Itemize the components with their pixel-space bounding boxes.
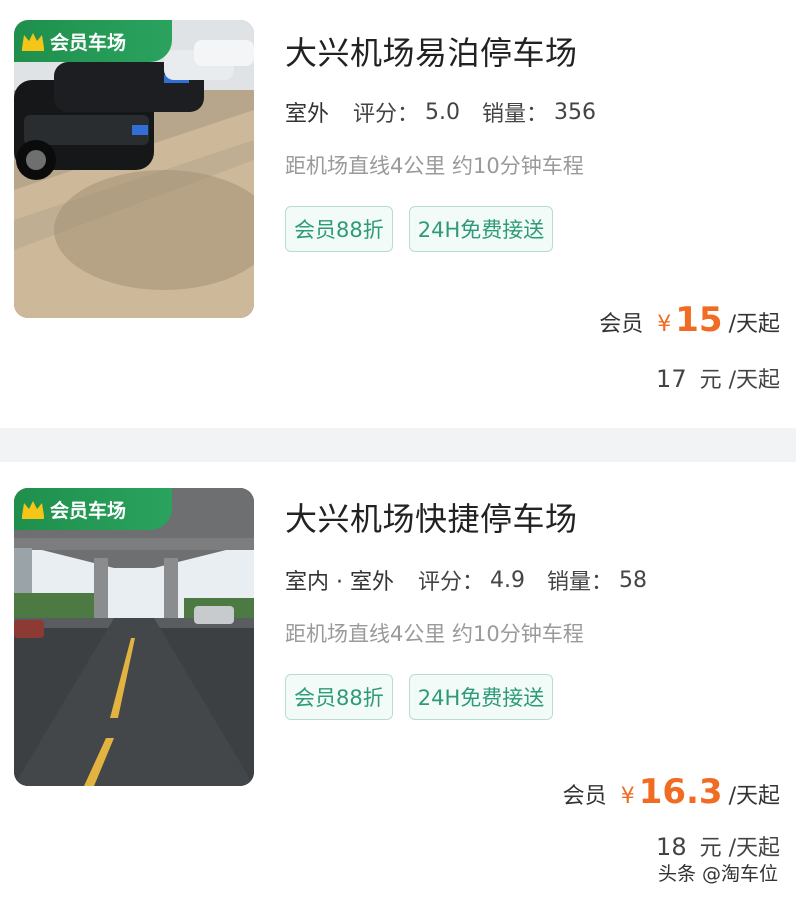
member-price: 会员 ¥ 15 /天起	[599, 300, 780, 340]
rating-label: 评分：	[353, 102, 420, 127]
original-price: 18 元 /天起	[656, 830, 780, 862]
distance-info: 距机场直线4公里 约10分钟车程	[285, 154, 584, 178]
tag-member-discount: 会员88折	[285, 206, 393, 252]
member-price-label: 会员	[599, 312, 644, 337]
parking-lot-name[interactable]: 大兴机场快捷停车场	[285, 494, 578, 540]
rating-label: 评分：	[417, 570, 484, 595]
member-lot-badge: 会员车场	[14, 20, 172, 62]
covered-parking-image	[14, 488, 254, 786]
member-price-unit: /天起	[728, 784, 780, 809]
member-lot-badge-label: 会员车场	[50, 31, 127, 54]
member-lot-badge: 会员车场	[14, 488, 172, 530]
original-price-unit: 元 /天起	[699, 836, 780, 861]
parking-listing-card[interactable]: 会员车场 大兴机场易泊停车场 室外 评分： 5.0 销量： 356 距机场直线4…	[0, 0, 796, 428]
member-lot-badge-label: 会员车场	[50, 499, 127, 522]
currency-symbol: ¥	[657, 312, 672, 337]
member-price-amount: 15	[675, 300, 723, 340]
original-price-amount: 18	[656, 833, 687, 861]
member-price: 会员 ¥ 16.3 /天起	[563, 772, 780, 812]
member-price-label: 会员	[562, 784, 607, 809]
environment-label: 室内 · 室外	[283, 564, 398, 602]
parking-lot-name[interactable]: 大兴机场易泊停车场	[285, 28, 578, 74]
crown-icon	[20, 30, 46, 52]
listing-meta: 室内 · 室外 评分： 4.9 销量： 58	[283, 564, 669, 602]
source-watermark: 头条 @淘车位	[657, 863, 778, 885]
original-price-unit: 元 /天起	[699, 368, 780, 393]
tag-member-discount: 会员88折	[285, 674, 393, 720]
rating-value: 4.9	[490, 567, 525, 593]
original-price-amount: 17	[656, 365, 687, 393]
sales-value: 58	[619, 567, 648, 593]
sales-value: 356	[554, 99, 597, 125]
member-price-unit: /天起	[728, 312, 780, 337]
rating-value: 5.0	[425, 99, 461, 125]
original-price: 17 元 /天起	[656, 362, 780, 394]
parking-listing-card[interactable]: 会员车场 大兴机场快捷停车场 室内 · 室外 评分： 4.9 销量： 58 距机…	[0, 462, 796, 900]
feature-tags: 会员88折 24H免费接送	[285, 206, 569, 252]
environment-label: 室外	[282, 96, 334, 134]
sales-label: 销量：	[482, 102, 549, 127]
distance-info: 距机场直线4公里 约10分钟车程	[285, 622, 584, 646]
sales-label: 销量：	[547, 570, 614, 595]
parking-lot-photo[interactable]: 会员车场	[14, 488, 254, 786]
crown-icon	[20, 498, 46, 520]
member-price-amount: 16.3	[638, 772, 723, 812]
listing-meta: 室外 评分： 5.0 销量： 356	[282, 96, 618, 134]
tag-free-shuttle: 24H免费接送	[408, 206, 554, 252]
feature-tags: 会员88折 24H免费接送	[285, 674, 569, 720]
outdoor-parking-image	[14, 20, 254, 318]
tag-free-shuttle: 24H免费接送	[408, 674, 554, 720]
parking-lot-photo[interactable]: 会员车场	[14, 20, 254, 318]
currency-symbol: ¥	[620, 784, 635, 809]
